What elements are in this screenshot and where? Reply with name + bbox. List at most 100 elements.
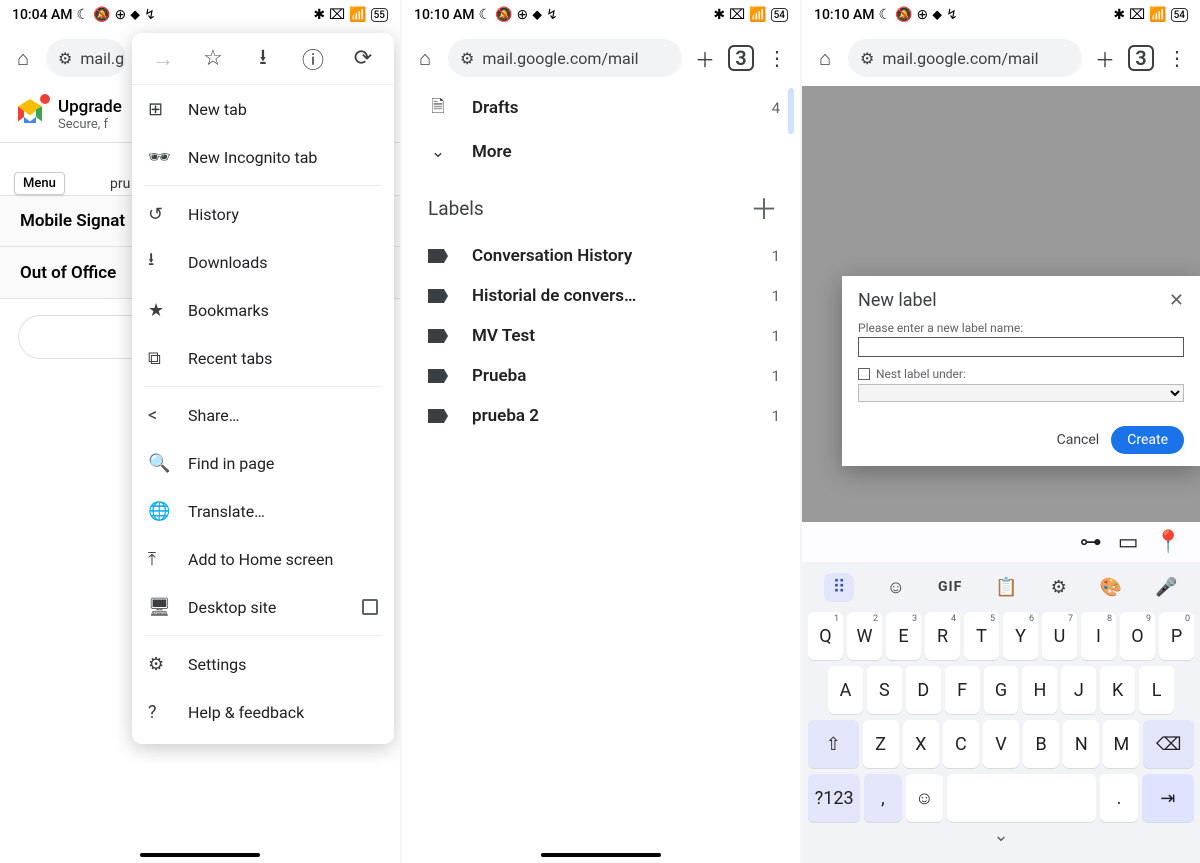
label-row[interactable]: prueba 21 (406, 396, 800, 436)
menu-chip[interactable]: Menu (14, 172, 65, 195)
key-z[interactable]: Z (863, 720, 899, 768)
key-p[interactable]: P0 (1159, 612, 1194, 660)
key-x[interactable]: X (903, 720, 939, 768)
kbd-settings-icon[interactable]: ⚙ (1051, 577, 1067, 598)
menu-item-icon: ⊞ (148, 99, 170, 120)
key-m[interactable]: M (1103, 720, 1139, 768)
key-i[interactable]: I8 (1081, 612, 1116, 660)
key-v[interactable]: V (983, 720, 1019, 768)
menu-item-bookmarks[interactable]: ★Bookmarks (132, 286, 394, 334)
gesture-bar[interactable] (541, 853, 661, 857)
new-tab-icon[interactable]: ＋ (1092, 45, 1118, 71)
new-tab-icon[interactable]: ＋ (692, 45, 718, 71)
label-row[interactable]: Historial de convers…1 (406, 276, 800, 316)
key-t[interactable]: T5 (964, 612, 999, 660)
collapse-keyboard-icon[interactable]: ⌄ (808, 822, 1194, 848)
key-g[interactable]: G (984, 666, 1019, 714)
gif-icon[interactable]: GIF (938, 579, 962, 595)
key-u[interactable]: U7 (1042, 612, 1077, 660)
palette-icon[interactable]: 🎨 (1100, 577, 1122, 598)
shift-key[interactable]: ⇧ (808, 720, 859, 768)
space-key[interactable] (947, 774, 1096, 822)
key-a[interactable]: A (828, 666, 863, 714)
period-key[interactable]: . (1100, 774, 1137, 822)
menu-item-icon: ↺ (148, 204, 170, 225)
more-icon: ⌄ (428, 142, 448, 162)
soft-keyboard: ⠿ ☺ GIF 📋 ⚙ 🎨 🎤 Q1W2E3R4T5Y6U7I8O9P0 ASD… (802, 562, 1200, 863)
key-d[interactable]: D (906, 666, 941, 714)
card-icon[interactable]: ▭ (1118, 530, 1139, 555)
menu-item-history[interactable]: ↺History (132, 190, 394, 238)
key-w[interactable]: W2 (847, 612, 882, 660)
enter-key[interactable]: ⇥ (1142, 774, 1194, 822)
key-k[interactable]: K (1100, 666, 1135, 714)
home-icon[interactable]: ⌂ (10, 45, 36, 71)
create-button[interactable]: Create (1111, 426, 1184, 454)
nest-parent-select[interactable] (858, 384, 1184, 402)
key-o[interactable]: O9 (1120, 612, 1155, 660)
gesture-bar[interactable] (140, 853, 260, 857)
tab-switcher[interactable]: 3 (728, 45, 754, 71)
menu-item-share-[interactable]: <Share… (132, 391, 394, 439)
menu-item-find-in-page[interactable]: 🔍Find in page (132, 439, 394, 487)
add-label-icon[interactable]: ＋ (750, 188, 778, 228)
status-bar: 10:04 AM☾🔕⊕⬥↯ ✱⌧📶55 (0, 0, 400, 30)
key-e[interactable]: E3 (886, 612, 921, 660)
nest-checkbox[interactable] (858, 368, 870, 380)
key-f[interactable]: F (945, 666, 980, 714)
home-icon[interactable]: ⌂ (412, 45, 438, 71)
nav-drafts[interactable]: 🗎Drafts4 (406, 86, 800, 130)
reload-icon[interactable]: ⟳ (348, 46, 378, 71)
menu-item-new-incognito-tab[interactable]: 🕶New Incognito tab (132, 133, 394, 181)
download-icon[interactable]: ⭳ (248, 40, 278, 78)
desktop-site-checkbox[interactable] (362, 599, 378, 615)
nav-more[interactable]: ⌄More (406, 130, 800, 174)
menu-item-downloads[interactable]: ⭳Downloads (132, 238, 394, 286)
label-row[interactable]: Prueba1 (406, 356, 800, 396)
cancel-button[interactable]: Cancel (1057, 432, 1100, 448)
menu-item-desktop-site[interactable]: 🖥Desktop site (132, 583, 394, 631)
star-icon[interactable]: ☆ (198, 46, 228, 71)
key-j[interactable]: J (1061, 666, 1096, 714)
tab-switcher[interactable]: 3 (1128, 45, 1154, 71)
kbd-menu-icon[interactable]: ⠿ (824, 573, 853, 602)
menu-item-help-feedback[interactable]: ?Help & feedback (132, 688, 394, 736)
backspace-key[interactable]: ⌫ (1143, 720, 1194, 768)
emoji-key[interactable]: ☺ (906, 774, 943, 822)
forward-icon[interactable]: → (148, 46, 178, 72)
clipboard-icon[interactable]: 📋 (995, 577, 1017, 598)
label-row[interactable]: MV Test1 (406, 316, 800, 356)
overflow-menu-icon[interactable]: ⋮ (764, 45, 790, 71)
menu-item-add-to-home-screen[interactable]: ⤒Add to Home screen (132, 535, 394, 583)
key-b[interactable]: B (1023, 720, 1059, 768)
key-r[interactable]: R4 (925, 612, 960, 660)
key-n[interactable]: N (1063, 720, 1099, 768)
url-bar[interactable]: ⚙mail.g (46, 39, 126, 77)
key-h[interactable]: H (1022, 666, 1057, 714)
mic-icon[interactable]: 🎤 (1155, 577, 1177, 598)
label-name-input[interactable] (858, 337, 1184, 357)
url-bar[interactable]: ⚙mail.google.com/mail (448, 39, 682, 77)
menu-item-recent-tabs[interactable]: ⧉Recent tabs (132, 334, 394, 382)
menu-item-new-tab[interactable]: ⊞New tab (132, 85, 394, 133)
location-icon[interactable]: 📍 (1155, 530, 1182, 555)
key-s[interactable]: S (867, 666, 902, 714)
comma-key[interactable]: , (864, 774, 901, 822)
overflow-menu-icon[interactable]: ⋮ (1164, 45, 1190, 71)
info-icon[interactable]: ⓘ (298, 43, 328, 75)
key-c[interactable]: C (943, 720, 979, 768)
key-y[interactable]: Y6 (1003, 612, 1038, 660)
sticker-icon[interactable]: ☺ (887, 577, 905, 598)
label-row[interactable]: Conversation History1 (406, 236, 800, 276)
browser-toolbar: ⌂ ⚙mail.google.com/mail ＋ 3 ⋮ (402, 30, 800, 86)
menu-item-translate-[interactable]: 🌐Translate… (132, 487, 394, 535)
password-key-icon[interactable]: ⊶ (1080, 530, 1102, 555)
menu-item-icon: ⭳ (148, 247, 170, 277)
key-l[interactable]: L (1139, 666, 1174, 714)
symbols-key[interactable]: ?123 (808, 774, 860, 822)
url-bar[interactable]: ⚙mail.google.com/mail (848, 39, 1082, 77)
close-icon[interactable]: ✕ (1169, 290, 1184, 311)
menu-item-settings[interactable]: ⚙Settings (132, 640, 394, 688)
home-icon[interactable]: ⌂ (812, 45, 838, 71)
key-q[interactable]: Q1 (808, 612, 843, 660)
